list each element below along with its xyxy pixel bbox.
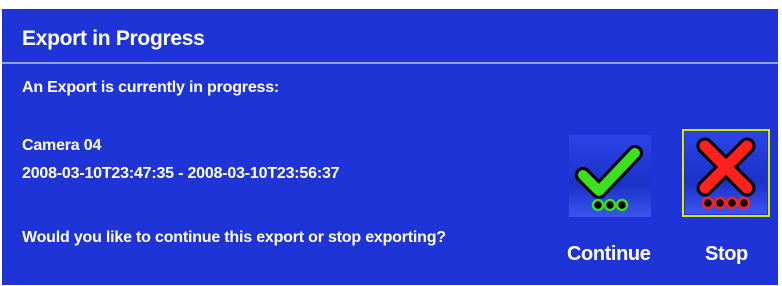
camera-name: Camera 04 <box>22 137 102 154</box>
continue-tile[interactable] <box>569 135 651 217</box>
stop-label[interactable]: Stop <box>705 243 748 266</box>
check-icon <box>575 145 643 212</box>
stop-tile[interactable] <box>685 132 767 214</box>
export-progress-dialog: Export in Progress An Export is currentl… <box>2 9 778 285</box>
x-icon <box>696 137 756 210</box>
continue-label[interactable]: Continue <box>567 243 651 266</box>
intro-text: An Export is currently in progress: <box>22 79 280 96</box>
stop-button[interactable]: Stop <box>682 129 778 285</box>
title-divider <box>2 62 778 64</box>
dialog-title: Export in Progress <box>22 27 205 50</box>
continue-button[interactable]: Continue <box>567 135 659 285</box>
export-time-range: 2008-03-10T23:47:35 - 2008-03-10T23:56:3… <box>22 165 340 182</box>
question-text: Would you like to continue this export o… <box>22 229 446 246</box>
